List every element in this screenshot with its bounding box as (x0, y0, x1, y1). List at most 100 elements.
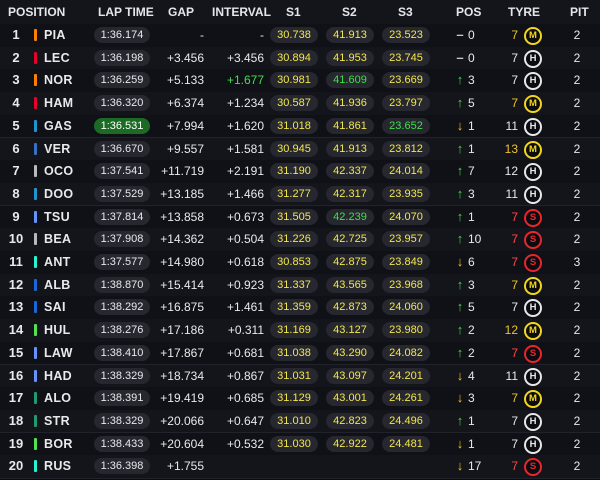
sector-1-time: 31.169 (270, 322, 318, 339)
tyre-age-laps: 7 (511, 209, 518, 224)
position-change-count: 0 (468, 50, 475, 65)
table-row[interactable]: 1 PIA 1:36.174- -30.738 41.913 23.523–0 7 M 2 (0, 24, 600, 48)
table-row[interactable]: 8 DOO 1:37.529 +13.185 +1.466 31.277 42.317 23.… (0, 182, 600, 207)
tyre-compound-icon: M (524, 95, 542, 114)
sector-2-time: 43.127 (326, 322, 374, 339)
interval-value: +0.504 (226, 232, 264, 247)
position-change-arrow-icon: ↑ (456, 95, 464, 111)
sector-3-time: 24.014 (382, 163, 430, 180)
table-row[interactable]: 11 ANT 1:37.577 +14.980 +0.618 30.853 42.875 23… (0, 251, 600, 275)
sector-1-time: 30.738 (270, 27, 318, 43)
team-color-bar (34, 437, 37, 450)
tyre-compound-icon: H (524, 185, 542, 204)
sector-2-time: 42.922 (326, 435, 374, 452)
table-row[interactable]: 19 BOR 1:38.433 +20.604 +0.532 31.030 42.922 24… (0, 432, 600, 457)
sector-2-time: 41.609 (326, 72, 374, 89)
driver-code: HAM (44, 96, 74, 111)
table-row[interactable]: 16 HAD 1:38.329 +18.734 +0.867 31.031 43.097 24… (0, 364, 600, 389)
team-color-bar (34, 210, 37, 223)
header-s2: S2 (342, 5, 357, 19)
table-row[interactable]: 7 OCO 1:37.541 +11.719 +2.191 31.190 42.337 24.… (0, 160, 600, 184)
table-row[interactable]: 20 RUS 1:36.398 +1.755 ↓ 17 7 S 2 (0, 455, 600, 479)
interval-value: - (260, 28, 264, 42)
table-row[interactable]: 15 LAW 1:38.410 +17.867 +0.681 31.038 43.290 24… (0, 341, 600, 366)
lap-time: 1:38.329 (94, 367, 150, 384)
driver-code: HAD (44, 368, 72, 383)
tyre-age-laps: 7 (511, 232, 518, 247)
table-row[interactable]: 4 HAM 1:36.320 +6.374 +1.234 30.587 41.936 23.7… (0, 92, 600, 116)
sector-1-time: 31.129 (270, 390, 318, 407)
lap-time: 1:37.908 (94, 231, 150, 248)
lap-time: 1:38.276 (94, 322, 150, 339)
table-row[interactable]: 6 VER 1:36.670 +9.557 +1.581 30.945 41.913 23.8… (0, 137, 600, 162)
team-color-bar (34, 187, 37, 200)
position-number: 16 (8, 367, 24, 383)
interval-value (222, 455, 264, 477)
tyre-compound-icon: S (524, 458, 542, 477)
table-row[interactable]: 18 STR 1:38.329 +20.066 +0.647 31.010 42.823 24… (0, 409, 600, 434)
lap-time: 1:37.541 (94, 163, 150, 180)
table-row[interactable]: 12 ALB 1:38.870 +15.414 +0.923 31.337 43.565 23… (0, 273, 600, 298)
sector-2-time: 41.953 (326, 49, 374, 66)
pit-stop-count: 2 (573, 73, 581, 88)
position-change-arrow-icon: ↑ (456, 140, 464, 156)
position-change-arrow-icon: ↓ (456, 254, 464, 269)
sector-3-time: 23.745 (382, 49, 430, 66)
table-row[interactable]: 13 SAI 1:38.292 +16.875 +1.461 31.359 42.873 24… (0, 296, 600, 320)
table-row[interactable]: 10 BEA 1:37.908 +14.362 +0.504 31.226 42.725 23… (0, 228, 600, 252)
position-change-count: 2 (468, 323, 475, 338)
header-s3: S3 (398, 5, 413, 19)
interval-value: +0.647 (226, 413, 264, 428)
position-change-arrow-icon: ↓ (456, 390, 464, 406)
gap-value: +15.414 (160, 277, 204, 292)
interval-value: +3.456 (226, 50, 264, 65)
position-number: 15 (8, 344, 24, 360)
sector-2-time: 43.001 (326, 390, 374, 407)
position-change-arrow-icon: ↑ (456, 412, 464, 428)
sector-3-time: 23.849 (382, 254, 430, 270)
gap-value: +14.362 (160, 232, 204, 247)
pit-stop-count: 2 (573, 186, 581, 201)
sector-1-time: 31.038 (270, 344, 318, 361)
table-row[interactable]: 17 ALO 1:38.391 +19.419 +0.685 31.129 43.001 24… (0, 387, 600, 411)
position-change-arrow-icon: ↓ (456, 458, 464, 474)
gap-value: +16.875 (160, 300, 204, 315)
driver-code: SAI (44, 300, 66, 315)
lap-time: 1:37.814 (94, 208, 150, 225)
sector-2-time: 42.725 (326, 231, 374, 248)
sector-2-time: 42.337 (326, 163, 374, 180)
team-color-bar (34, 97, 37, 110)
position-change-arrow-icon: ↑ (456, 344, 464, 360)
lap-time: 1:38.870 (94, 276, 150, 293)
driver-code: GAS (44, 118, 72, 133)
sector-1-time: 31.226 (270, 231, 318, 248)
table-row[interactable]: 9 TSU 1:37.814 +13.858 +0.673 31.505 42.239 24.… (0, 205, 600, 230)
team-color-bar (34, 165, 37, 178)
position-change-count: 3 (468, 73, 475, 88)
position-change-arrow-icon: ↑ (456, 163, 464, 179)
tyre-compound-icon: H (524, 435, 542, 454)
table-row[interactable]: 5 GAS 1:36.531 +7.994 +1.620 31.018 41.861 23.6… (0, 114, 600, 139)
tyre-compound-icon: H (524, 299, 542, 318)
table-row[interactable]: 3 NOR 1:36.259 +5.133 +1.677 30.981 41.609 23.6… (0, 69, 600, 93)
tyre-age-laps: 12 (504, 323, 518, 338)
position-number: 20 (8, 458, 24, 474)
tyre-compound-icon: H (524, 412, 542, 431)
team-color-bar (34, 301, 37, 314)
position-change-count: 4 (468, 368, 475, 383)
pit-stop-count: 2 (573, 368, 581, 383)
gap-value: +17.867 (160, 345, 204, 360)
timing-board: POSITION LAP TIME GAP INTERVAL S1 S2 S3 … (0, 0, 600, 480)
tyre-compound-icon: H (524, 72, 542, 91)
driver-code: VER (44, 141, 71, 156)
sector-1-time: 31.030 (270, 435, 318, 452)
interval-value: +1.677 (226, 73, 264, 88)
gap-value: +1.755 (166, 459, 204, 474)
position-change-arrow-icon: ↓ (456, 367, 464, 383)
gap-value: +20.604 (160, 436, 204, 451)
position-change-arrow-icon: ↑ (456, 322, 464, 338)
sector-3-time: 23.935 (382, 185, 430, 202)
table-row[interactable]: 2 LEC 1:36.198 +3.456 +3.456 30.894 41.953 23.7… (0, 46, 600, 71)
table-row[interactable]: 14 HUL 1:38.276 +17.186 +0.311 31.169 43.127 23… (0, 319, 600, 343)
sector-2-time: 41.913 (326, 27, 374, 43)
